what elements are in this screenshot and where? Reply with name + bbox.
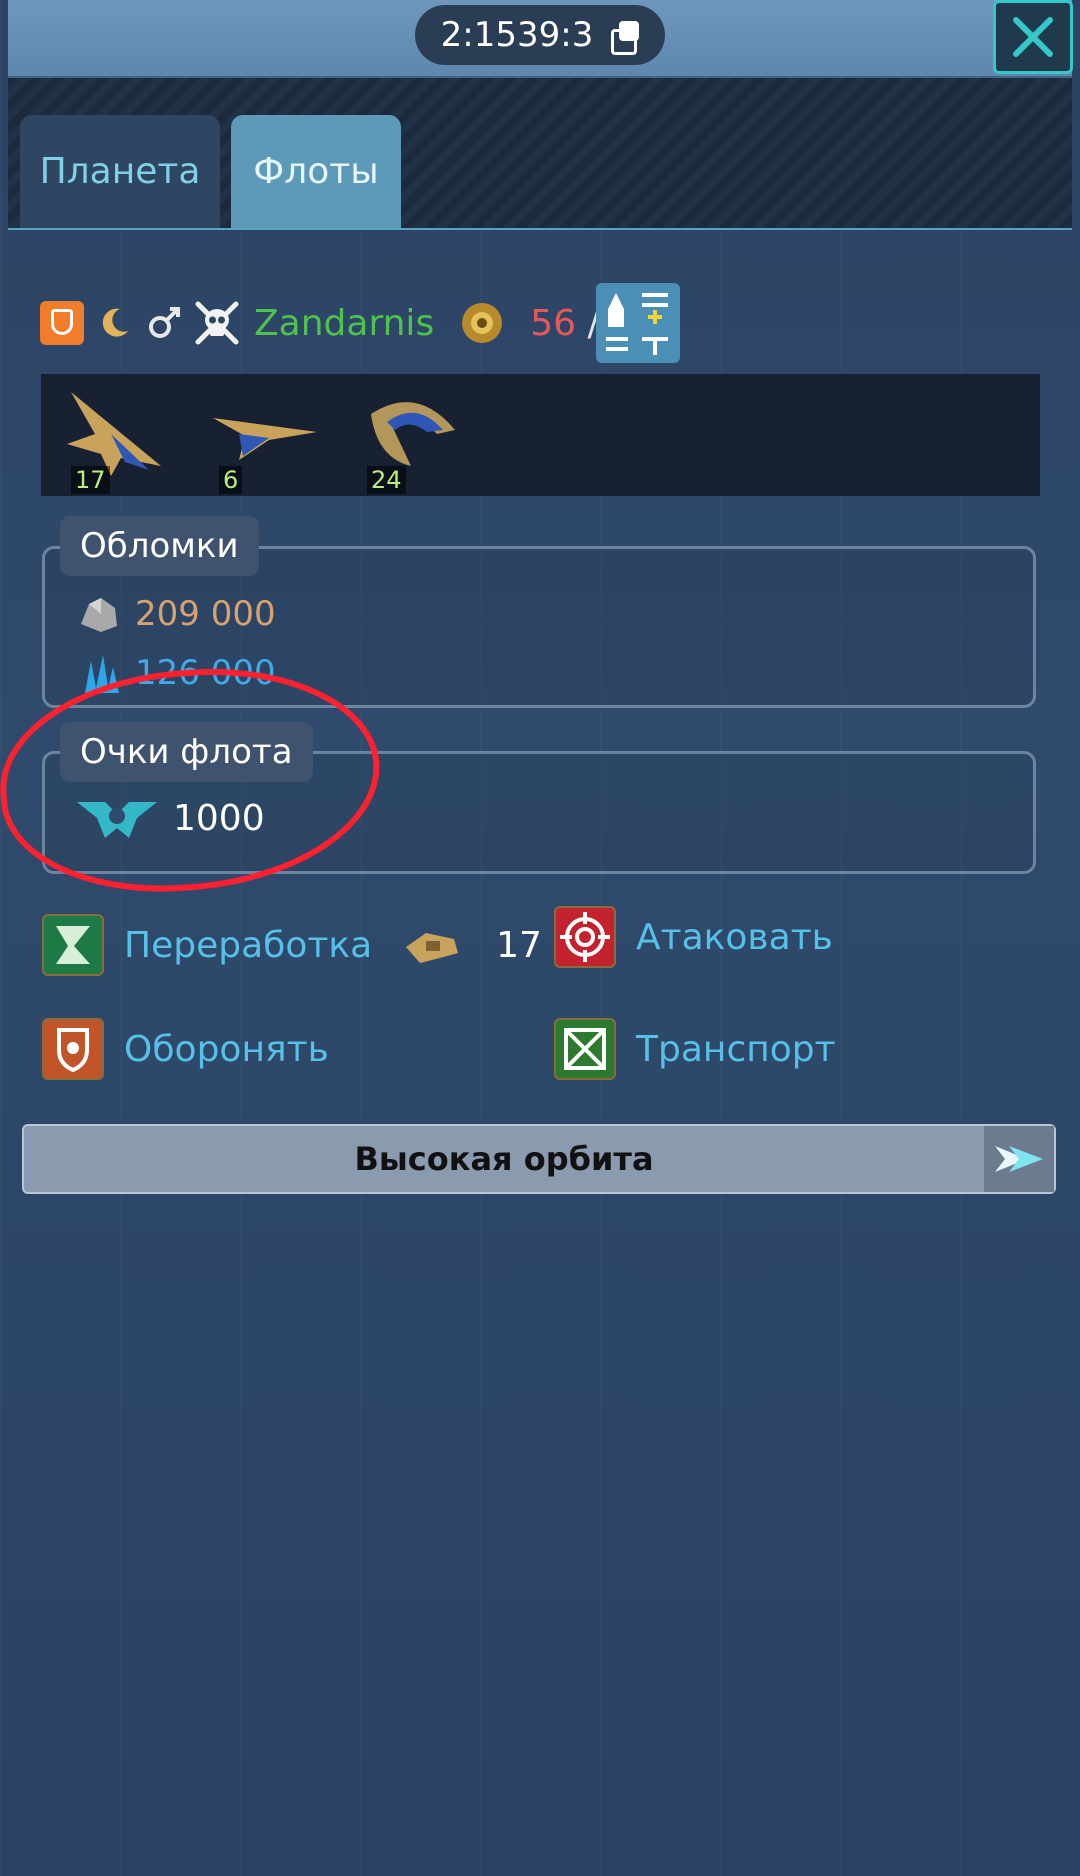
game-screen: 2:1539:3 Планета Флоты Zandarnis 56 / 17…	[0, 0, 1080, 1876]
ship-count: 17	[71, 466, 110, 494]
orbit-go-button[interactable]	[984, 1126, 1054, 1192]
recycle-label: Переработка	[124, 924, 373, 966]
laurel-icon	[462, 303, 503, 343]
transport-crate-icon	[554, 1018, 616, 1080]
shield-icon[interactable]	[40, 301, 84, 345]
tab-fleets[interactable]: Флоты	[231, 115, 401, 228]
tab-planet-label: Планета	[39, 151, 201, 192]
fleet-info-button[interactable]	[596, 283, 680, 363]
ship-count: 6	[219, 466, 243, 494]
high-orbit-label: Высокая орбита	[354, 1140, 654, 1178]
defend-action[interactable]: Оборонять	[42, 1018, 329, 1080]
ship-count: 24	[367, 466, 406, 494]
ship-slot[interactable]: 17	[51, 374, 181, 496]
recycler-ship-icon	[406, 933, 459, 963]
recycle-icon	[42, 914, 104, 976]
close-button[interactable]	[993, 0, 1073, 74]
tab-fleets-label: Флоты	[253, 151, 379, 192]
defend-label: Оборонять	[124, 1028, 329, 1070]
metal-row: 209 000	[77, 594, 276, 634]
fleet-info-icon	[606, 293, 668, 355]
skull-icon	[195, 301, 239, 345]
metal-icon	[81, 598, 117, 632]
attack-label: Атаковать	[636, 916, 833, 958]
copy-icon[interactable]	[611, 21, 640, 55]
metal-value: 209 000	[135, 594, 276, 634]
coordinates-button[interactable]: 2:1539:3	[415, 5, 665, 65]
tab-planet[interactable]: Планета	[20, 115, 220, 228]
owner-name[interactable]: Zandarnis	[254, 303, 434, 344]
kills-value: 56	[530, 302, 577, 344]
close-icon	[1013, 17, 1053, 57]
debris-title: Обломки	[60, 516, 259, 576]
arrow-right-icon	[995, 1146, 1043, 1172]
ship-strip: 17 6 24	[41, 374, 1040, 496]
ship-slot[interactable]: 24	[347, 374, 477, 496]
coordinates-text: 2:1539:3	[440, 15, 594, 55]
recycle-action[interactable]: Переработка 17	[42, 914, 542, 976]
ship-slot[interactable]: 6	[199, 374, 329, 496]
moon-icon	[102, 308, 128, 337]
high-orbit-button[interactable]: Высокая орбита	[22, 1124, 1056, 1194]
recycler-count: 17	[496, 924, 542, 966]
transport-action[interactable]: Транспорт	[554, 1018, 836, 1080]
owner-row: Zandarnis 56 / 0	[40, 283, 634, 363]
attack-action[interactable]: Атаковать	[554, 906, 833, 968]
transport-label: Транспорт	[636, 1028, 836, 1070]
target-icon	[554, 906, 616, 968]
defend-shield-icon	[42, 1018, 104, 1080]
male-icon	[149, 307, 180, 338]
